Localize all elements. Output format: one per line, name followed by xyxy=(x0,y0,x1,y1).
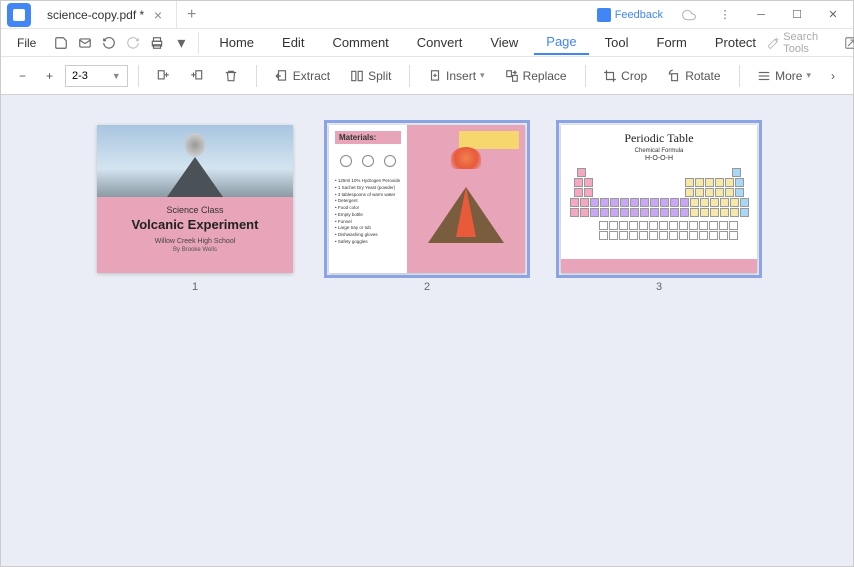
tab-view[interactable]: View xyxy=(478,31,530,54)
feedback-button[interactable]: Feedback xyxy=(591,6,669,24)
tab-form[interactable]: Form xyxy=(645,31,699,54)
page-range-select[interactable]: 2-3 ▼ xyxy=(65,65,128,87)
page-thumbnail-2[interactable]: Materials: • 125ml 10% Hydrogen Peroxide… xyxy=(329,125,525,293)
kebab-icon[interactable]: ⋮ xyxy=(709,3,741,27)
delete-page-icon[interactable] xyxy=(216,65,246,87)
insert-button[interactable]: Insert▾ xyxy=(420,65,493,87)
replace-icon xyxy=(505,69,519,83)
share-icon[interactable] xyxy=(842,32,854,54)
tab-title: science-copy.pdf * xyxy=(47,8,144,22)
materials-list: • 125ml 10% Hydrogen Peroxide • 1 Sachet… xyxy=(335,178,401,246)
undo-icon[interactable] xyxy=(98,32,120,54)
file-menu[interactable]: File xyxy=(9,32,44,54)
chevron-down-icon: ▼ xyxy=(112,71,121,81)
magic-wand-icon xyxy=(768,36,779,50)
page1-school: Willow Creek High School xyxy=(105,238,285,245)
tab-home[interactable]: Home xyxy=(207,31,266,54)
tab-page[interactable]: Page xyxy=(534,30,588,55)
periodic-table xyxy=(569,168,749,240)
page-number: 3 xyxy=(656,281,662,293)
tab-protect[interactable]: Protect xyxy=(703,31,768,54)
feedback-icon xyxy=(597,8,611,22)
redo-icon[interactable] xyxy=(122,32,144,54)
tab-edit[interactable]: Edit xyxy=(270,31,316,54)
zoom-out-button[interactable]: − xyxy=(11,65,34,87)
page3-title: Periodic Table xyxy=(569,131,749,146)
close-window-button[interactable]: ✕ xyxy=(817,3,849,27)
minimize-button[interactable]: ─ xyxy=(745,3,777,27)
page-thumbnail-3[interactable]: Periodic Table Chemical Formula H-O-O-H xyxy=(561,125,757,293)
maximize-button[interactable]: ☐ xyxy=(781,3,813,27)
crop-button[interactable]: Crop xyxy=(595,65,655,87)
new-tab-button[interactable]: + xyxy=(177,6,206,24)
titlebar: science-copy.pdf * × + Feedback ⋮ ─ ☐ ✕ xyxy=(1,1,853,29)
crop-icon xyxy=(603,69,617,83)
page3-formula: H-O-O-H xyxy=(569,155,749,162)
replace-button[interactable]: Replace xyxy=(497,65,575,87)
insert-blank-right-icon[interactable] xyxy=(182,65,212,87)
close-tab-icon[interactable]: × xyxy=(150,7,166,23)
zoom-in-button[interactable]: + xyxy=(38,65,61,87)
split-button[interactable]: Split xyxy=(342,65,399,87)
document-tab[interactable]: science-copy.pdf * × xyxy=(37,1,177,29)
scroll-right-icon[interactable]: › xyxy=(823,65,843,87)
volcano-illustration xyxy=(425,155,507,244)
page-toolbar: − + 2-3 ▼ Extract Split Insert▾ Replace … xyxy=(1,57,853,95)
more-icon xyxy=(757,69,771,83)
menubar: File ▾ Home Edit Comment Convert View Pa… xyxy=(1,29,853,57)
page-number: 2 xyxy=(424,281,430,293)
page1-author: By Brooke Wells xyxy=(105,247,285,253)
insert-blank-left-icon[interactable] xyxy=(148,65,178,87)
app-icon xyxy=(7,3,31,27)
tab-tool[interactable]: Tool xyxy=(593,31,641,54)
more-button[interactable]: More▾ xyxy=(749,65,819,87)
menu-tabs: Home Edit Comment Convert View Page Tool… xyxy=(207,30,768,55)
insert-icon xyxy=(428,69,442,83)
extract-icon xyxy=(275,69,289,83)
page1-subtitle: Science Class xyxy=(105,205,285,215)
qat-dropdown-icon[interactable]: ▾ xyxy=(170,32,192,54)
page3-subtitle: Chemical Formula xyxy=(569,148,749,154)
page-canvas[interactable]: Science Class Volcanic Experiment Willow… xyxy=(1,95,853,566)
print-icon[interactable] xyxy=(146,32,168,54)
tab-convert[interactable]: Convert xyxy=(405,31,475,54)
page1-title: Volcanic Experiment xyxy=(105,217,285,232)
chevron-down-icon: ▾ xyxy=(806,70,811,81)
cloud-icon[interactable] xyxy=(673,3,705,27)
rotate-icon xyxy=(667,69,681,83)
tab-comment[interactable]: Comment xyxy=(320,31,400,54)
extract-button[interactable]: Extract xyxy=(267,65,338,87)
mail-icon[interactable] xyxy=(74,32,96,54)
materials-heading: Materials: xyxy=(335,131,401,144)
chevron-down-icon: ▾ xyxy=(480,70,485,81)
page-number: 1 xyxy=(192,281,198,293)
page1-photo xyxy=(97,125,293,197)
page-thumbnail-1[interactable]: Science Class Volcanic Experiment Willow… xyxy=(97,125,293,293)
split-icon xyxy=(350,69,364,83)
rotate-button[interactable]: Rotate xyxy=(659,65,728,87)
search-tools[interactable]: Search Tools xyxy=(768,31,834,55)
save-icon[interactable] xyxy=(50,32,72,54)
molecule-diagram xyxy=(335,148,401,174)
